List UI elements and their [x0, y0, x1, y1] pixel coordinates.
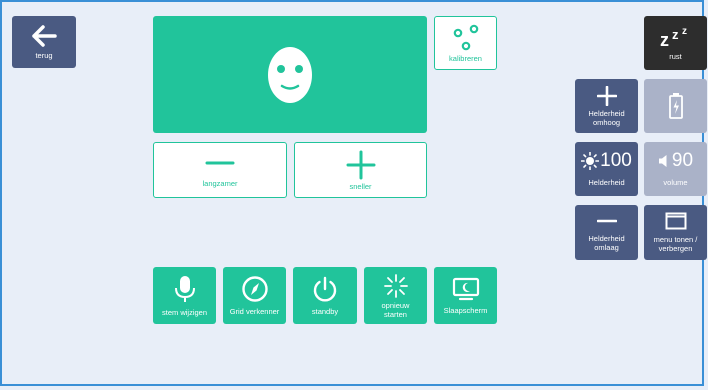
- rest-button[interactable]: z z z rust: [644, 16, 707, 70]
- calibration-dots-icon: [451, 24, 481, 52]
- microphone-icon: [174, 274, 196, 304]
- grid-explorer-button[interactable]: Grid verkenner: [223, 267, 286, 324]
- plus-icon: [346, 150, 376, 180]
- minus-icon: [596, 214, 617, 228]
- battery-indicator: [644, 79, 707, 133]
- change-voice-button[interactable]: stem wijzigen: [153, 267, 216, 324]
- change-voice-label: stem wijzigen: [161, 308, 207, 317]
- brightness-down-label: Helderheid omlaag: [588, 233, 625, 252]
- brightness-value: 100: [600, 150, 632, 171]
- arrow-left-icon: [31, 24, 57, 47]
- compass-icon: [241, 275, 269, 303]
- brightness-display: 100 Helderheid: [575, 142, 638, 196]
- battery-charging-icon: [668, 92, 684, 120]
- slower-label: langzamer: [202, 178, 238, 188]
- restart-button[interactable]: opnieuw starten: [364, 267, 427, 324]
- plus-icon: [596, 85, 617, 106]
- brightness-up-label: Helderheid omhoog: [588, 108, 625, 127]
- volume-label: volume: [663, 178, 688, 187]
- volume-display: 90 volume: [644, 142, 707, 196]
- svg-text:z: z: [682, 26, 687, 37]
- menu-toggle-button[interactable]: menu tonen / verbergen: [644, 205, 707, 260]
- faster-label: sneller: [349, 181, 372, 191]
- svg-text:z: z: [672, 27, 679, 42]
- window-icon: [665, 212, 687, 230]
- calibrate-button[interactable]: kalibreren: [434, 16, 497, 70]
- sleep-screen-label: Slaapscherm: [443, 306, 488, 315]
- standby-label: standby: [311, 307, 339, 316]
- minus-icon: [205, 153, 235, 173]
- faster-button[interactable]: sneller: [294, 142, 427, 198]
- face-icon: [265, 45, 315, 105]
- standby-button[interactable]: standby: [293, 267, 357, 324]
- slower-button[interactable]: langzamer: [153, 142, 287, 198]
- back-button[interactable]: terug: [12, 16, 76, 68]
- calibrate-label: kalibreren: [449, 53, 482, 63]
- restart-label: opnieuw starten: [381, 300, 410, 319]
- sleep-screen-button[interactable]: Slaapscherm: [434, 267, 497, 324]
- eye-tracking-preview: [153, 16, 427, 133]
- zzz-icon: z z z: [658, 26, 694, 48]
- power-icon: [311, 275, 339, 303]
- brightness-label: Helderheid: [588, 178, 625, 187]
- menu-toggle-label: menu tonen / verbergen: [653, 235, 698, 253]
- grid-explorer-label: Grid verkenner: [229, 307, 280, 316]
- back-label: terug: [35, 50, 53, 60]
- rest-label: rust: [669, 51, 682, 61]
- speaker-icon: [658, 154, 668, 168]
- volume-value: 90: [671, 150, 694, 171]
- sun-icon: [581, 152, 600, 170]
- brightness-down-button[interactable]: Helderheid omlaag: [575, 205, 638, 260]
- restart-icon: [383, 273, 409, 299]
- brightness-up-button[interactable]: Helderheid omhoog: [575, 79, 638, 133]
- svg-text:z: z: [660, 30, 669, 48]
- sleep-screen-icon: [451, 276, 481, 302]
